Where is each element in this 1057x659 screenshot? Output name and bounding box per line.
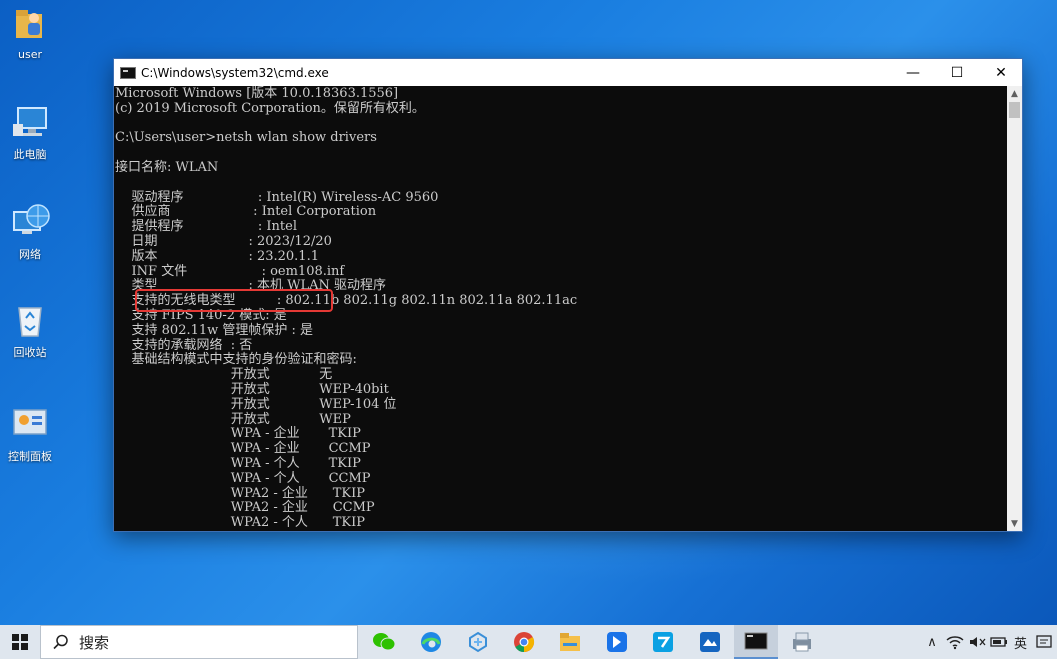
file-explorer-icon xyxy=(560,633,580,651)
console-line: 支持 802.11w 管理帧保护 : 是 xyxy=(115,322,314,338)
cmd-icon xyxy=(744,632,768,650)
console-line: WPA2 - 个人 TKIP xyxy=(115,515,365,531)
taskbar-app-chrome[interactable] xyxy=(502,625,546,659)
title-bar[interactable]: C:\Windows\system32\cmd.exe — ☐ ✕ xyxy=(114,59,1022,86)
desktop-icon-label: 回收站 xyxy=(13,346,47,359)
desktop-icon-label: 控制面板 xyxy=(8,450,52,463)
wifi-icon[interactable] xyxy=(946,634,964,650)
taskbar-app-feishu[interactable] xyxy=(595,625,639,659)
tray-overflow-chevron-icon[interactable]: ∧ xyxy=(922,635,942,650)
vertical-scrollbar[interactable]: ▲ ▼ xyxy=(1007,86,1022,531)
console-line: WPA - 个人 CCMP xyxy=(115,470,371,486)
taskbar-app-printer[interactable] xyxy=(780,625,824,659)
desktop-icon-user[interactable]: user xyxy=(4,4,56,61)
battery-icon[interactable] xyxy=(990,635,1008,649)
taskbar-search-box[interactable]: 搜索 xyxy=(40,625,358,659)
console-line: 接口名称: WLAN xyxy=(115,159,219,175)
console-line: 版本 : 23.20.1.1 xyxy=(115,248,319,264)
console-line: (c) 2019 Microsoft Corporation。保留所有权利。 xyxy=(115,100,425,116)
user-folder-icon xyxy=(10,4,50,44)
tool-icon xyxy=(653,632,673,652)
taskbar-app-file-explorer[interactable] xyxy=(548,625,592,659)
scrollbar-thumb[interactable] xyxy=(1009,102,1020,118)
maximize-button[interactable]: ☐ xyxy=(934,59,980,86)
console-line: 日期 : 2023/12/20 xyxy=(115,233,332,249)
feishu-icon xyxy=(607,632,627,652)
console-line: 供应商 : Intel Corporation xyxy=(115,204,377,220)
chrome-icon xyxy=(514,632,535,653)
console-line: WPA - 个人 TKIP xyxy=(115,455,361,471)
start-button[interactable] xyxy=(0,625,40,659)
network-icon xyxy=(10,202,50,242)
this-pc-icon xyxy=(10,102,50,142)
console-line: WPA2 - 企业 CCMP xyxy=(115,500,375,516)
cmd-window-icon xyxy=(120,66,136,79)
network-sync-icon xyxy=(469,631,487,653)
scroll-up-arrow-icon[interactable]: ▲ xyxy=(1007,86,1022,101)
console-line: INF 文件 : oem108.inf xyxy=(115,263,345,279)
ime-indicator[interactable]: 英 xyxy=(1014,633,1027,652)
system-tray: ∧ 英 xyxy=(922,625,1053,659)
desktop-icon-recycle-bin[interactable]: 回收站 xyxy=(4,300,56,360)
console-line: WPA - 企业 TKIP xyxy=(115,426,361,442)
search-icon xyxy=(53,634,68,650)
windows-logo-icon xyxy=(12,634,28,650)
console-line: Microsoft Windows [版本 10.0.18363.1556] xyxy=(115,86,399,101)
taskbar-app-cmd[interactable] xyxy=(734,625,778,659)
taskbar-app-sync[interactable] xyxy=(456,625,500,659)
minimize-button[interactable]: — xyxy=(890,59,936,86)
volume-muted-icon[interactable] xyxy=(968,634,986,650)
console-line: WPA - 企业 CCMP xyxy=(115,441,371,457)
annotation-highlight-box xyxy=(135,289,333,312)
search-label: 搜索 xyxy=(79,633,110,652)
taskbar-app-edge[interactable] xyxy=(409,625,453,659)
console-line: 开放式 WEP-104 位 xyxy=(115,396,397,412)
console-line: 开放式 WEP-40bit xyxy=(115,381,389,397)
lark-icon xyxy=(700,632,720,652)
notification-icon[interactable] xyxy=(1035,634,1053,650)
console-line: C:\Users\user>netsh wlan show drivers xyxy=(115,130,377,146)
desktop-icon-label: 网络 xyxy=(19,248,41,261)
desktop-icon-label: 此电脑 xyxy=(13,148,47,161)
console-line: 基础结构模式中支持的身份验证和密码: xyxy=(115,352,357,368)
desktop-icon-this-pc[interactable]: 此电脑 xyxy=(4,102,56,162)
taskbar-app-lark[interactable] xyxy=(688,625,732,659)
taskbar: 搜索 ∧ 英 xyxy=(0,625,1057,659)
window-title: C:\Windows\system32\cmd.exe xyxy=(141,65,329,80)
wechat-icon xyxy=(373,633,396,651)
desktop-icon-label: user xyxy=(18,48,42,61)
desktop-icon-control-panel[interactable]: 控制面板 xyxy=(4,404,56,464)
desktop-icon-network[interactable]: 网络 xyxy=(4,202,56,262)
recycle-bin-icon xyxy=(10,300,50,340)
edge-icon xyxy=(421,632,441,652)
console-line: 开放式 无 xyxy=(115,367,333,383)
taskbar-app-tool[interactable] xyxy=(641,625,685,659)
printer-app-icon xyxy=(793,632,811,652)
close-button[interactable]: ✕ xyxy=(978,59,1024,86)
console-line: 提供程序 : Intel xyxy=(115,219,298,235)
taskbar-app-wechat[interactable] xyxy=(362,625,406,659)
scroll-down-arrow-icon[interactable]: ▼ xyxy=(1007,516,1022,531)
control-panel-icon xyxy=(10,404,50,444)
